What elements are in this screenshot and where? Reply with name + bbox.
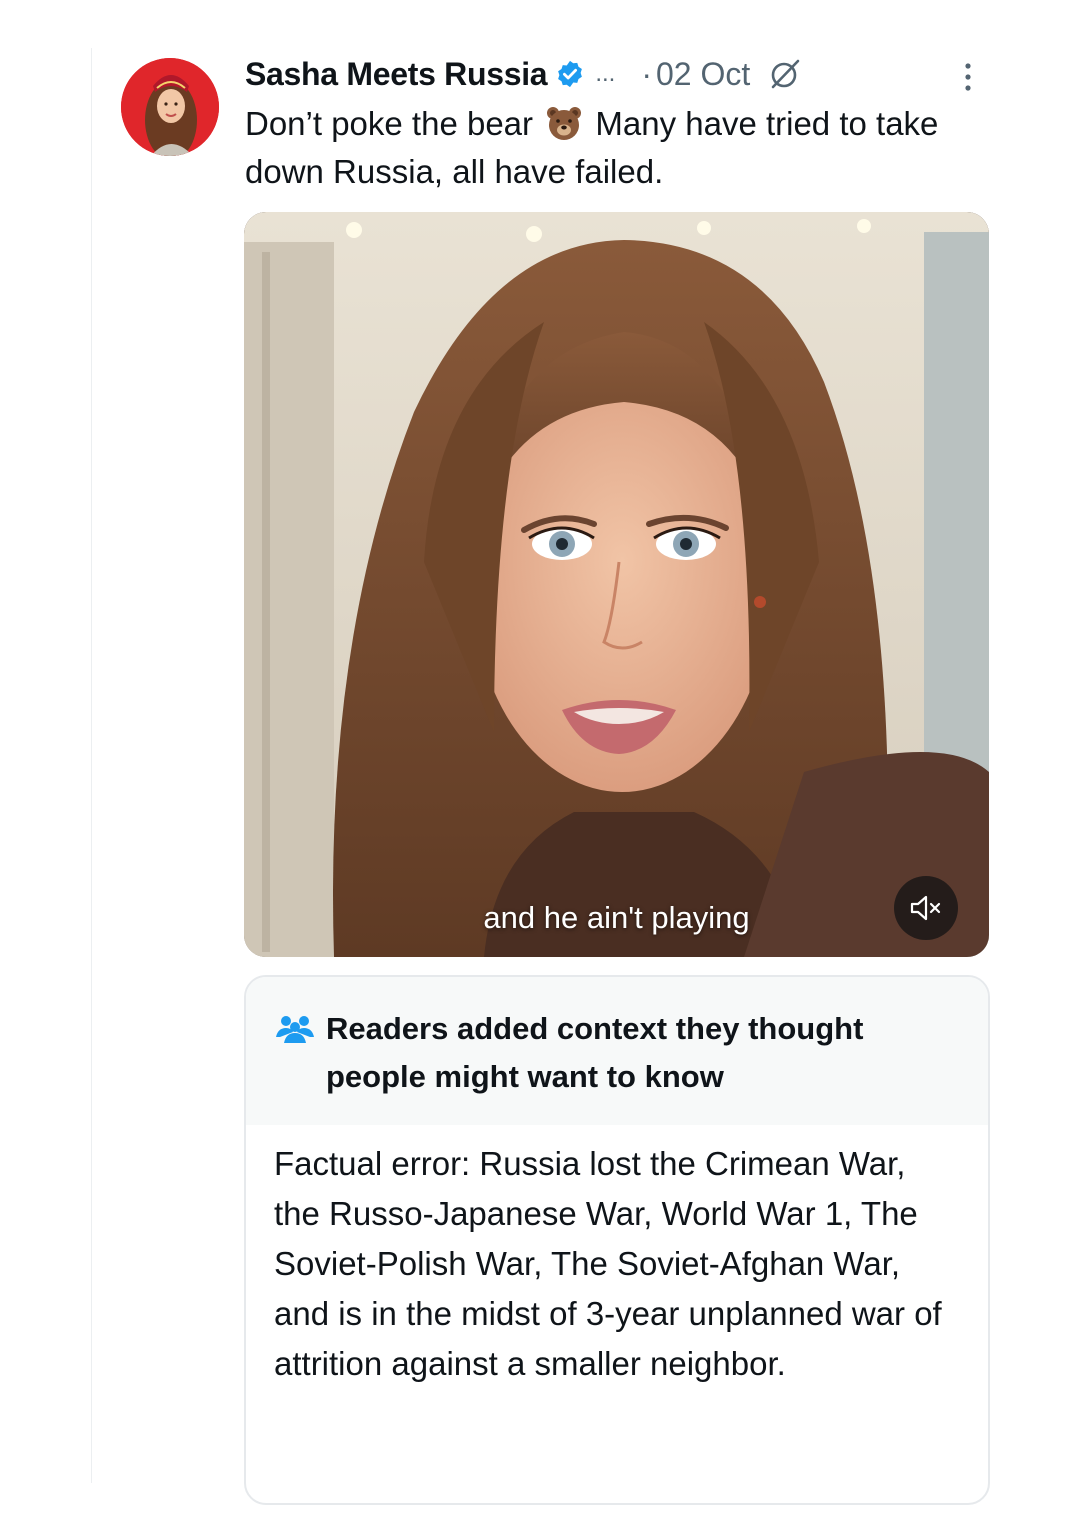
handle-truncated[interactable]: ...: [595, 60, 615, 88]
bear-emoji-icon: [545, 104, 583, 142]
mute-button[interactable]: [894, 876, 958, 940]
video-player[interactable]: and he ain't playing: [244, 212, 989, 957]
avatar[interactable]: [121, 58, 219, 156]
video-caption: and he ain't playing: [483, 900, 750, 935]
tweet-header: Sasha Meets Russia ... · 02 Oct: [245, 52, 802, 96]
thread-divider: [91, 48, 92, 1483]
grok-icon[interactable]: [768, 57, 802, 91]
tweet-text-part-1: Don’t poke the bear: [245, 105, 534, 142]
separator-dot: ·: [641, 55, 652, 92]
readers-icon: [274, 1013, 316, 1043]
more-options-icon[interactable]: [957, 58, 979, 98]
video-frame: [244, 212, 989, 957]
tweet-date[interactable]: 02 Oct: [656, 56, 750, 93]
community-note-body: Factual error: Russia lost the Crimean W…: [274, 1145, 942, 1382]
speaker-muted-icon: [909, 894, 943, 922]
community-note-header: Readers added context they thought peopl…: [246, 977, 988, 1125]
community-note-title[interactable]: Readers added context they thought peopl…: [326, 1005, 958, 1101]
author-name[interactable]: Sasha Meets Russia: [245, 56, 548, 93]
tweet-page: Sasha Meets Russia ... · 02 Oct Don’t po…: [0, 0, 1075, 1530]
tweet-text: Don’t poke the bear Many have tried to t…: [245, 100, 975, 196]
verified-badge-icon: [555, 59, 585, 89]
community-note: Readers added context they thought peopl…: [244, 975, 990, 1505]
